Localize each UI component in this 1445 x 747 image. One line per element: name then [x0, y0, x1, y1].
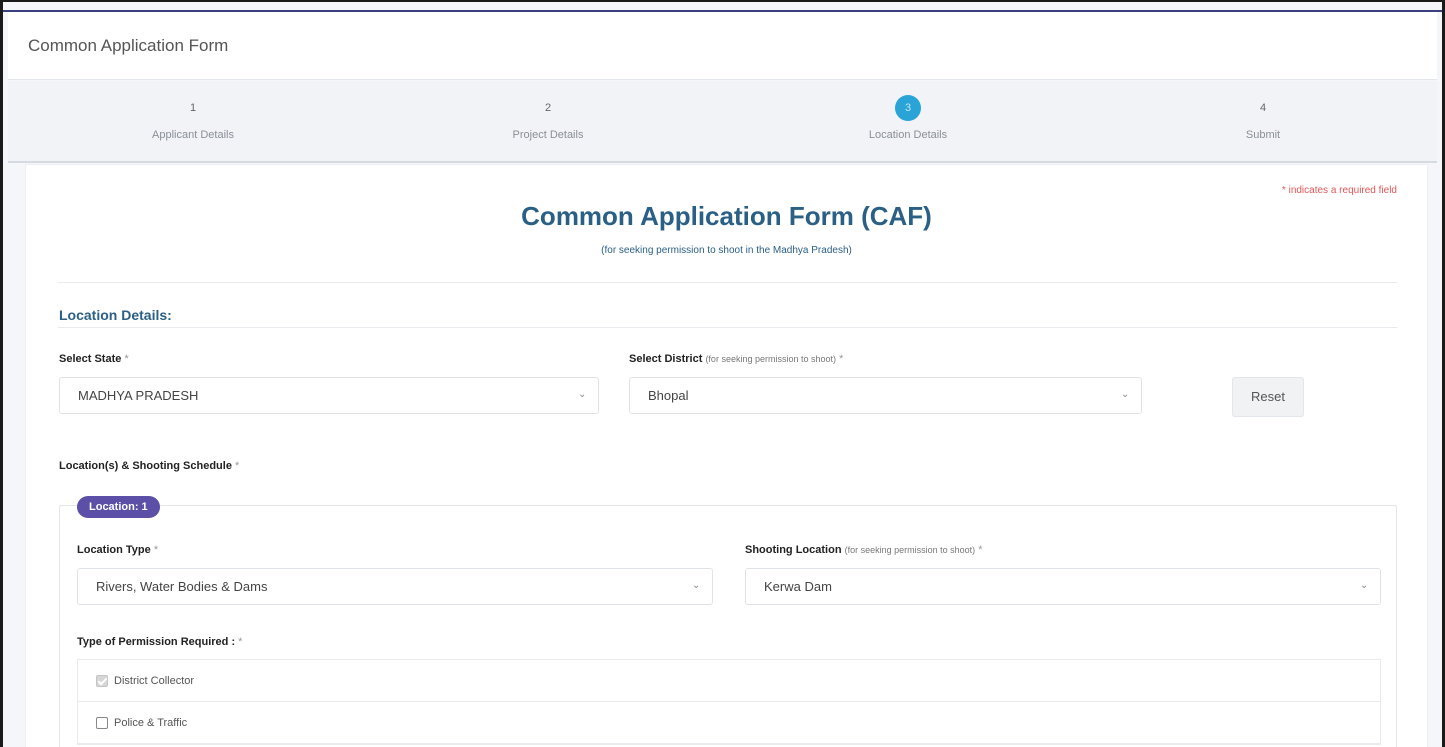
step-label: Applicant Details [152, 129, 234, 141]
permission-label: Type of Permission Required : * [77, 636, 242, 648]
step-number: 4 [1259, 102, 1267, 114]
shooting-location-hint: (for seeking permission to shoot) [844, 545, 976, 555]
required-mark: * [839, 353, 844, 365]
step-label: Location Details [868, 129, 948, 141]
required-mark: * [153, 544, 159, 556]
required-mark: * [124, 353, 129, 365]
step-project-details[interactable]: 2 Project Details [448, 95, 648, 141]
location-type-label-text: Location Type [77, 544, 151, 556]
shooting-location-select[interactable]: Kerwa Dam ⌄ [745, 568, 1381, 605]
section-title: Location Details: [59, 307, 172, 323]
state-label-text: Select State [59, 353, 122, 365]
permission-item-label: Police & Traffic [114, 716, 188, 729]
chevron-down-icon: ⌄ [692, 580, 701, 591]
district-select[interactable]: Bhopal ⌄ [629, 377, 1142, 414]
step-label: Submit [1245, 129, 1281, 141]
district-hint: (for seeking permission to shoot) [705, 354, 836, 364]
step-number: 2 [544, 102, 552, 114]
schedule-label: Location(s) & Shooting Schedule * [59, 460, 239, 472]
wizard-stepper: 1 Applicant Details 2 Project Details 3 … [8, 81, 1437, 163]
checkbox-district-collector[interactable] [96, 674, 108, 687]
step-applicant-details[interactable]: 1 Applicant Details [93, 95, 293, 141]
location-type-label: Location Type * [77, 544, 158, 556]
state-select[interactable]: MADHYA PRADESH ⌄ [59, 377, 599, 414]
required-mark: * [978, 544, 983, 556]
step-number-active: 3 [895, 95, 921, 121]
required-mark: * [238, 636, 243, 648]
checkbox-police-traffic[interactable] [96, 716, 108, 729]
shooting-location-value: Kerwa Dam [764, 579, 832, 594]
form-title: Common Application Form (CAF) [521, 201, 932, 231]
permission-item-district-collector: District Collector [78, 660, 1380, 702]
schedule-label-text: Location(s) & Shooting Schedule [59, 460, 232, 472]
reset-button[interactable]: Reset [1232, 377, 1304, 417]
required-field-note: * indicates a required field [1281, 185, 1397, 196]
page-title: Common Application Form [28, 36, 229, 55]
district-select-value: Bhopal [648, 388, 689, 403]
permission-label-text: Type of Permission Required : [77, 636, 236, 648]
district-label-text: Select District [629, 353, 703, 365]
form-subtitle: (for seeking permission to shoot in the … [601, 245, 852, 256]
browser-frame: Common Application Form 1 Applicant Deta… [0, 0, 1445, 747]
chevron-down-icon: ⌄ [578, 389, 587, 400]
chevron-down-icon: ⌄ [1360, 580, 1369, 591]
required-mark: * [235, 460, 240, 472]
permission-item-label: District Collector [114, 674, 195, 687]
step-location-details[interactable]: 3 Location Details [808, 95, 1008, 141]
form-card: * indicates a required field Common Appl… [25, 164, 1428, 747]
divider [58, 327, 1397, 328]
district-label: Select District (for seeking permission … [629, 353, 843, 365]
location-type-value: Rivers, Water Bodies & Dams [96, 579, 268, 594]
step-label: Project Details [512, 129, 584, 141]
permission-item-police-traffic: Police & Traffic [78, 702, 1380, 744]
location-fieldset: Location: 1 Location Type * Rivers, Wate… [59, 496, 1397, 747]
chevron-down-icon: ⌄ [1121, 389, 1130, 400]
shooting-location-label: Shooting Location (for seeking permissio… [745, 544, 983, 556]
state-label: Select State * [59, 353, 129, 365]
step-submit[interactable]: 4 Submit [1163, 95, 1363, 141]
step-number: 1 [189, 102, 197, 114]
divider [58, 282, 1397, 283]
page-header: Common Application Form [8, 12, 1437, 80]
permission-list: District Collector Police & Traffic [77, 659, 1381, 745]
location-type-select[interactable]: Rivers, Water Bodies & Dams ⌄ [77, 568, 713, 605]
shooting-location-label-text: Shooting Location [745, 544, 842, 556]
location-badge: Location: 1 [77, 496, 160, 518]
state-select-value: MADHYA PRADESH [78, 388, 199, 403]
